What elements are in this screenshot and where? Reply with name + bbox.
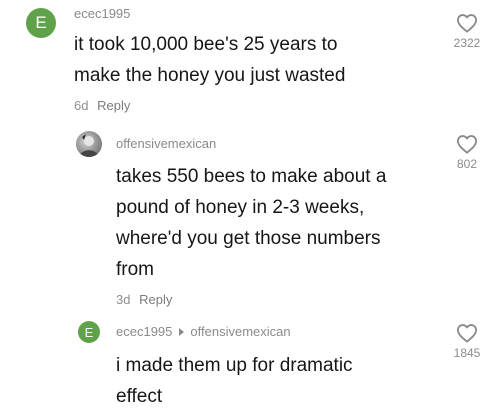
like-button[interactable]: 802 <box>445 134 489 171</box>
like-button[interactable]: 2322 <box>445 13 489 50</box>
comment-text: i made them up for dramatic effect <box>116 350 436 412</box>
comment-text-line: effect <box>116 386 163 407</box>
comment-username[interactable]: ecec1995 <box>74 6 130 21</box>
comment-text-line: make the honey you just wasted <box>74 65 346 86</box>
comment-meta: 3d Reply <box>116 292 172 307</box>
like-count: 802 <box>456 157 478 171</box>
comment-text-line: pound of honey in 2-3 weeks, <box>116 197 365 218</box>
comment-username[interactable]: offensivemexican <box>116 136 216 151</box>
reply-button[interactable]: Reply <box>139 292 172 307</box>
reply-author[interactable]: ecec1995 <box>116 324 172 339</box>
like-count: 2322 <box>453 36 481 50</box>
comment-text-line: it took 10,000 bee's 25 years to <box>74 34 338 55</box>
avatar[interactable]: E <box>78 321 100 343</box>
like-count: 1845 <box>453 346 481 360</box>
avatar-photo-icon <box>79 134 99 157</box>
comment-ecec1995: E ecec1995 it took 10,000 bee's 25 years… <box>0 0 500 120</box>
comment-text-line: i made them up for dramatic <box>116 355 353 376</box>
comment-meta: 6d Reply <box>74 98 130 113</box>
comment-text: takes 550 bees to make about a pound of … <box>116 161 446 285</box>
reply-button[interactable]: Reply <box>97 98 130 113</box>
replied-to-user[interactable]: offensivemexican <box>190 324 290 339</box>
avatar[interactable] <box>76 131 102 157</box>
comment-text-line: from <box>116 259 154 280</box>
comment-text: it took 10,000 bee's 25 years to make th… <box>74 29 414 91</box>
comment-text-line: where'd you get those numbers <box>116 228 381 249</box>
heart-outline-icon <box>445 323 489 343</box>
comment-username: ecec1995 offensivemexican <box>116 324 291 339</box>
heart-outline-icon <box>445 13 489 33</box>
heart-outline-icon <box>445 134 489 154</box>
comment-time: 3d <box>116 292 131 307</box>
like-button[interactable]: 1845 <box>445 323 489 360</box>
comment-time: 6d <box>74 98 89 113</box>
triangle-right-icon <box>179 327 185 336</box>
avatar[interactable]: E <box>26 8 56 38</box>
comment-text-line: takes 550 bees to make about a <box>116 166 387 187</box>
comment-ecec1995-reply: E ecec1995 offensivemexican i made them u… <box>0 315 500 416</box>
comment-offensivemexican: offensivemexican takes 550 bees to make … <box>0 125 500 315</box>
